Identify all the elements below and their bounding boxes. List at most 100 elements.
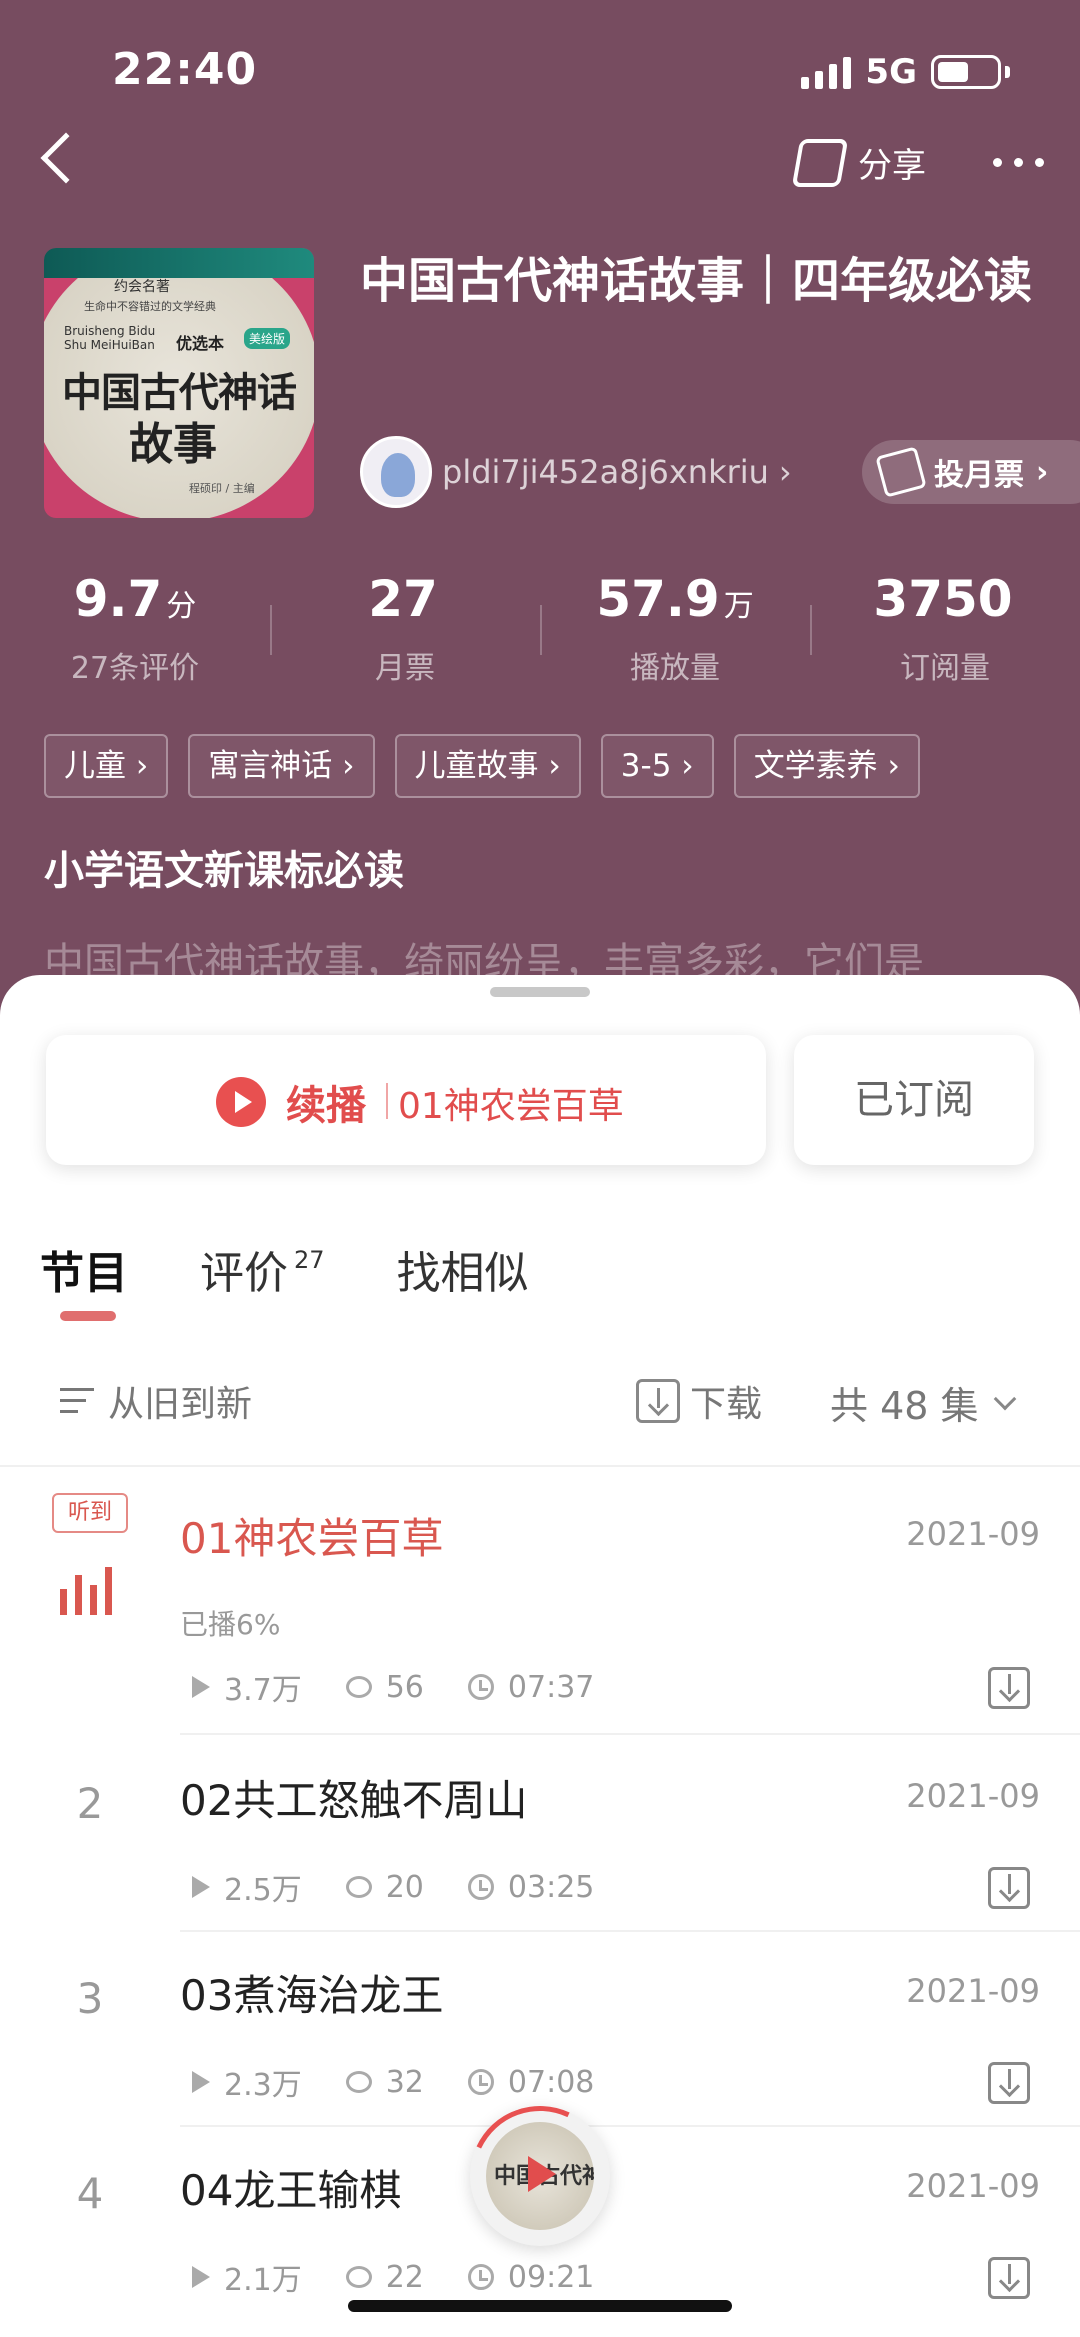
cover-brand: Bruisheng Bidu Shu MeiHuiBan — [64, 324, 156, 352]
stat-unit: 分 — [166, 589, 197, 624]
continue-episode: 01神农尝百草 — [398, 1086, 624, 1127]
download-label: 下载 — [690, 1384, 763, 1425]
tag-item[interactable]: 文学素养 › — [733, 734, 920, 798]
cover-title-line2: 故事 — [129, 419, 217, 470]
episode-row[interactable]: 2 02共工怒触不周山 2021-09 2.5万 20 03:25 — [0, 1737, 1080, 1932]
playing-badge: 听到 — [52, 1493, 128, 1533]
play-icon — [216, 1077, 266, 1127]
divider — [0, 1465, 1080, 1467]
vote-label: 投月票 — [934, 458, 1024, 493]
duration: 09:21 — [507, 2259, 595, 2295]
vote-button[interactable]: 投月票 › — [862, 440, 1080, 504]
download-icon[interactable] — [988, 2257, 1030, 2299]
album-cover[interactable]: 约会名著 生命中不容错过的文学经典 Bruisheng Bidu Shu Mei… — [44, 248, 314, 518]
tag-item[interactable]: 寓言神话 › — [188, 734, 375, 798]
stat-label: 订阅量 — [900, 651, 990, 686]
album-subtitle: 小学语文新课标必读 — [44, 848, 404, 894]
episode-title: 01神农尝百草 — [180, 1514, 444, 1563]
signal-icon — [801, 55, 852, 89]
tab-label: 找相似 — [396, 1248, 529, 1299]
status-time: 22:40 — [112, 44, 258, 95]
network-label: 5G — [865, 52, 917, 92]
play-count-icon — [192, 2071, 210, 2093]
chevron-right-icon: › — [1036, 454, 1049, 490]
play-count-icon — [192, 1676, 210, 1698]
comment-icon — [345, 1876, 372, 1898]
stat-subscriptions: 3750 订阅量 — [810, 565, 1080, 687]
list-toolbar: 从旧到新 下载 共 48 集 — [0, 1375, 1080, 1455]
comment-count: 32 — [385, 2064, 424, 2100]
author-link[interactable]: pldi7ji452a8j6xnkriu › — [360, 436, 792, 508]
episode-meta: 2.5万 20 03:25 — [192, 1865, 594, 1909]
equalizer-icon — [60, 1563, 112, 1615]
tag-item[interactable]: 3-5 › — [600, 734, 714, 798]
duration: 03:25 — [507, 1869, 595, 1905]
tab-bar: 节目 评价 27 找相似 — [40, 1237, 601, 1321]
stat-value: 27 — [368, 570, 438, 628]
chevron-down-icon — [993, 1387, 1016, 1410]
episode-number: 4 — [76, 2169, 104, 2218]
download-icon[interactable] — [988, 2062, 1030, 2104]
author-avatar[interactable] — [360, 436, 432, 508]
tab-reviews[interactable]: 评价 27 — [200, 1237, 325, 1301]
cover-badge2: 美绘版 — [244, 328, 291, 349]
battery-tip — [1005, 66, 1010, 78]
stat-unit: 万 — [723, 589, 754, 624]
download-all-button[interactable]: 下载 — [636, 1375, 762, 1427]
album-header: 22:40 5G 分享 约会名著 生命中不容错过的文学经典 Bruisheng … — [0, 0, 1080, 1060]
sheet-handle[interactable] — [490, 987, 590, 997]
sort-button[interactable]: 从旧到新 — [60, 1375, 252, 1427]
episode-title: 04龙王输棋 — [180, 2166, 402, 2215]
share-label: 分享 — [858, 146, 926, 186]
play-count-icon — [192, 1876, 210, 1898]
tag-item[interactable]: 儿童 › — [44, 734, 169, 798]
mini-player[interactable]: 中国古代神话 — [450, 2086, 630, 2266]
stat-label: 播放量 — [630, 651, 720, 686]
episode-count: 共 48 集 — [830, 1384, 979, 1428]
tab-programs[interactable]: 节目 — [40, 1237, 128, 1321]
divider — [386, 1083, 388, 1119]
episode-title: 02共工怒触不周山 — [180, 1776, 528, 1825]
episode-count-selector[interactable]: 共 48 集 — [830, 1375, 1016, 1430]
duration: 07:08 — [507, 2064, 595, 2100]
tag-item[interactable]: 儿童故事 › — [394, 734, 581, 798]
author-name: pldi7ji452a8j6xnkriu — [442, 453, 769, 491]
album-title: 中国古代神话故事｜四年级必读 — [360, 253, 1033, 309]
share-icon — [791, 138, 849, 187]
clock-icon — [467, 1874, 494, 1900]
tab-label: 评价 — [200, 1248, 288, 1299]
play-count: 3.7万 — [224, 1673, 302, 1708]
episode-row[interactable]: 听到 01神农尝百草 2021-09 已播6% 3.7万 56 07:37 — [0, 1475, 1080, 1709]
tab-label: 节目 — [40, 1248, 128, 1299]
episode-number: 3 — [76, 1974, 104, 2023]
share-button[interactable]: 分享 — [791, 138, 926, 187]
stat-label: 27条评价 — [70, 651, 200, 686]
played-progress: 已播6% — [180, 1608, 281, 1641]
play-count: 2.3万 — [224, 2068, 302, 2103]
download-icon[interactable] — [988, 1667, 1030, 1709]
stat-rating[interactable]: 9.7 分 27条评价 — [0, 565, 270, 687]
episode-meta: 2.3万 32 07:08 — [192, 2060, 594, 2104]
episode-number: 2 — [76, 1779, 104, 1828]
comment-icon — [345, 2266, 372, 2288]
back-arrow-icon[interactable] — [40, 132, 92, 184]
play-count: 2.1万 — [224, 2263, 302, 2298]
comment-icon — [345, 1676, 372, 1698]
tab-count: 27 — [294, 1246, 325, 1274]
continue-play-button[interactable]: 续播 01神农尝百草 — [46, 1035, 766, 1165]
continue-label: 续播 — [286, 1083, 366, 1129]
tab-similar[interactable]: 找相似 — [397, 1237, 529, 1301]
download-icon[interactable] — [988, 1867, 1030, 1909]
episode-meta: 3.7万 56 07:37 — [192, 1665, 594, 1709]
sort-label: 从旧到新 — [108, 1384, 253, 1425]
episode-date: 2021-09 — [906, 1777, 1040, 1815]
comment-count: 22 — [385, 2259, 424, 2295]
sort-icon — [60, 1386, 96, 1416]
more-options-icon[interactable] — [993, 158, 1044, 167]
home-indicator[interactable] — [348, 2300, 732, 2312]
tag-list: 儿童 › 寓言神话 › 儿童故事 › 3-5 › 文学素养 › — [44, 734, 920, 798]
subscribed-button[interactable]: 已订阅 — [794, 1035, 1034, 1165]
chevron-right-icon: › — [778, 453, 792, 491]
episode-row[interactable]: 3 03煮海治龙王 2021-09 2.3万 32 07:08 — [0, 1932, 1080, 2127]
stat-monthly-votes: 27 月票 — [270, 565, 540, 687]
